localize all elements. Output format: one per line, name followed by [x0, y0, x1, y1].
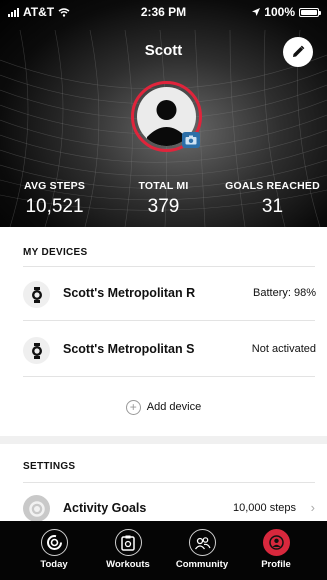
- divider: [23, 320, 315, 321]
- profile-header: AT&T 2:36 PM 100% Scott AVG STEPS 10,521…: [0, 0, 327, 227]
- profile-screen: AT&T 2:36 PM 100% Scott AVG STEPS 10,521…: [0, 0, 327, 580]
- stat-label: AVG STEPS: [23, 180, 86, 192]
- tab-community[interactable]: Community: [162, 529, 242, 570]
- stat-total-mi: TOTAL MI 379: [109, 180, 218, 218]
- activity-ring-icon: [23, 495, 50, 522]
- tab-label: Community: [175, 559, 229, 570]
- add-device-label: Add device: [146, 401, 202, 413]
- pencil-icon: [293, 45, 305, 57]
- battery-icon: [299, 7, 321, 17]
- stat-value: 379: [147, 196, 180, 217]
- status-bar: AT&T 2:36 PM 100%: [0, 0, 327, 22]
- status-right: 100%: [252, 5, 321, 19]
- tab-workouts[interactable]: Workouts: [88, 529, 168, 570]
- watch-icon: [23, 337, 50, 364]
- community-icon: [188, 529, 216, 556]
- tab-label: Today: [40, 559, 68, 570]
- today-ring-icon: [40, 529, 68, 556]
- stats-row: AVG STEPS 10,521 TOTAL MI 379 GOALS REAC…: [0, 180, 327, 225]
- plus-circle-icon: +: [125, 399, 141, 415]
- camera-icon[interactable]: [182, 132, 200, 148]
- add-device-button[interactable]: + Add device: [0, 397, 327, 417]
- divider: [23, 376, 315, 377]
- tab-today[interactable]: Today: [14, 529, 94, 570]
- tab-profile[interactable]: Profile: [236, 529, 316, 570]
- section-separator: [0, 436, 327, 444]
- profile-name: Scott: [144, 42, 183, 59]
- profile-icon: [262, 529, 290, 556]
- tab-label: Workouts: [106, 559, 150, 570]
- divider: [23, 266, 315, 267]
- setting-name: Activity Goals: [63, 501, 147, 515]
- divider: [23, 482, 315, 483]
- edit-profile-button[interactable]: [283, 37, 313, 67]
- device-name: Scott's Metropolitan S: [63, 342, 195, 356]
- watch-icon: [23, 281, 50, 308]
- battery-percent: 100%: [264, 5, 295, 19]
- location-arrow-icon: [252, 8, 261, 16]
- stat-goals-reached: GOALS REACHED 31: [218, 180, 327, 218]
- stat-value: 31: [261, 196, 284, 217]
- stat-label: GOALS REACHED: [225, 180, 320, 192]
- device-row[interactable]: Scott's Metropolitan R Battery: 98%: [0, 268, 327, 320]
- tab-label: Profile: [261, 559, 291, 570]
- device-status: Battery: 98%: [253, 287, 316, 299]
- device-status: Not activated: [251, 343, 316, 355]
- settings-title: SETTINGS: [23, 461, 76, 472]
- stat-avg-steps: AVG STEPS 10,521: [0, 180, 109, 218]
- stat-value: 10,521: [25, 196, 84, 217]
- device-row[interactable]: Scott's Metropolitan S Not activated: [0, 324, 327, 376]
- tab-bar: Today Workouts Community Profile: [0, 521, 327, 580]
- stat-label: TOTAL MI: [138, 180, 189, 192]
- setting-value: 10,000 steps: [233, 502, 296, 514]
- chevron-right-icon: ›: [310, 500, 315, 515]
- my-devices-title: MY DEVICES: [23, 247, 88, 258]
- workouts-icon: [114, 529, 142, 556]
- device-name: Scott's Metropolitan R: [63, 286, 196, 300]
